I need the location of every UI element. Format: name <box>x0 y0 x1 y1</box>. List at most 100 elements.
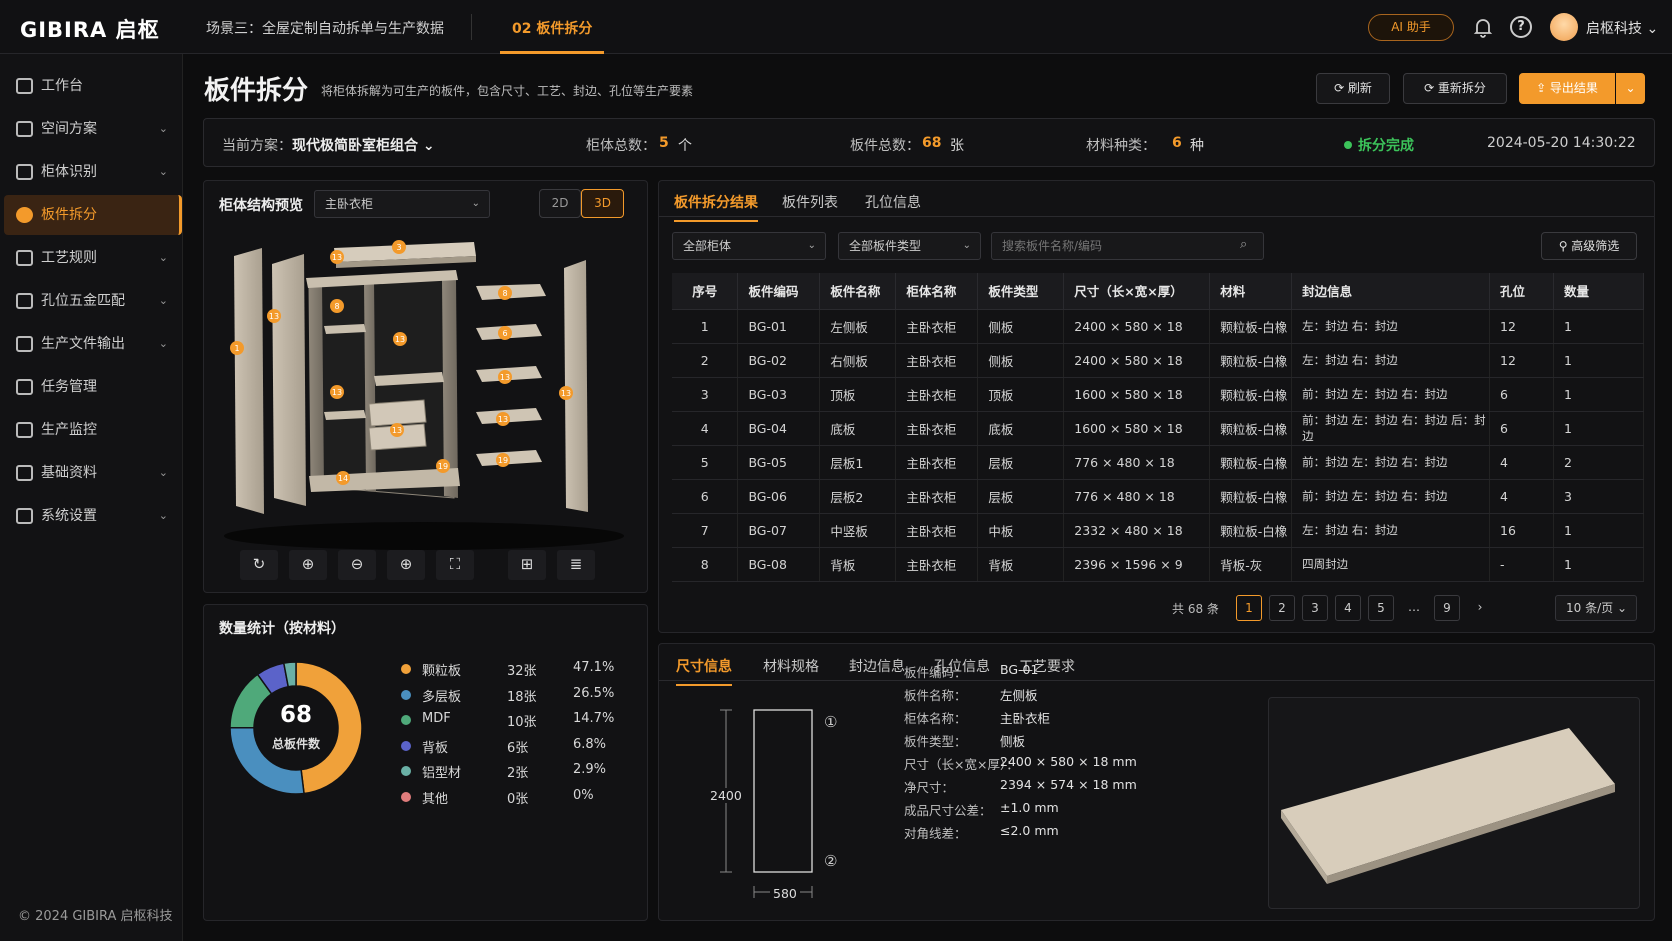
view-3d-button[interactable]: 3D <box>581 189 624 218</box>
table-row[interactable]: 8 BG-08 背板 主卧衣柜 背板 2396 × 1596 × 9 背板-灰 四周封边 -1 <box>672 547 1645 582</box>
sidebar-item-base-data[interactable]: 基础资料 ⌄ <box>4 453 182 493</box>
column-header: 柜体名称 <box>895 273 979 310</box>
page-description: 将柜体拆解为可生产的板件，包含尺寸、工艺、封边、孔位等生产要素 <box>321 84 694 98</box>
table-cell: 层板2 <box>819 479 897 514</box>
page-button[interactable]: 1 <box>1236 595 1262 621</box>
sidebar-item-hardware-match[interactable]: 孔位五金匹配 ⌄ <box>4 281 182 321</box>
table-row[interactable]: 2 BG-02 右侧板 主卧衣柜 侧板 2400 × 580 × 18 颗粒板-白橡 左：封边… <box>672 343 1645 378</box>
table-cell: 前：封边 左：封边 右：封边 <box>1291 445 1491 480</box>
board-3d-preview[interactable] <box>1268 697 1640 909</box>
legend-swatch <box>401 715 411 725</box>
board-type-filter[interactable]: 全部板件类型 ⌄ <box>838 232 981 260</box>
tab-edge-info[interactable]: 封边信息 <box>849 656 905 676</box>
plan-select[interactable]: 现代极简卧室柜组合 ⌄ <box>292 135 435 155</box>
board-unit: 张 <box>950 138 964 154</box>
table-row[interactable]: 7 BG-07 中竖板 主卧衣柜 中板 2332 × 480 × 18 颗粒板-白橡 左：封边… <box>672 513 1645 548</box>
avatar[interactable] <box>1550 13 1578 41</box>
bell-icon[interactable] <box>1472 16 1494 38</box>
rotate-icon[interactable]: ↻ <box>240 550 278 580</box>
grid-view-icon[interactable]: ⊞ <box>508 550 546 580</box>
export-dropdown-button[interactable]: ⌄ <box>1616 73 1645 104</box>
table-cell: 背板 <box>977 547 1065 582</box>
table-cell: 4 <box>672 411 739 446</box>
prev-page-button[interactable]: ‹ <box>1203 595 1229 621</box>
cabinet-filter[interactable]: 全部柜体 ⌄ <box>672 232 826 260</box>
table-cell: 主卧衣柜 <box>895 547 979 582</box>
tab-board-split[interactable]: 02 板件拆分 <box>500 0 605 54</box>
column-header: 封边信息 <box>1291 273 1491 310</box>
page-button[interactable]: 2 <box>1269 595 1295 621</box>
zoom-fit-icon[interactable]: ⊕ <box>387 550 425 580</box>
search-icon[interactable]: ⌕ <box>1240 237 1247 252</box>
advanced-filter-button[interactable]: ⚲ 高级筛选 <box>1541 232 1637 260</box>
export-button[interactable]: ⇪ 导出结果 <box>1519 73 1615 104</box>
edge-marker-2: ② <box>824 852 838 870</box>
ai-assistant-button[interactable]: AI 助手 <box>1368 14 1454 41</box>
board-search-input[interactable] <box>991 232 1264 260</box>
table-row[interactable]: 5 BG-05 层板1 主卧衣柜 层板 776 × 480 × 18 颗粒板-白橡 前：封边 … <box>672 445 1645 480</box>
legend-percent: 47.1% <box>573 660 615 675</box>
table-body: 1 BG-01 左侧板 主卧衣柜 侧板 2400 × 580 × 18 颗粒板-白橡 左：封边… <box>672 309 1645 582</box>
page-button[interactable]: … <box>1401 595 1427 621</box>
legend-swatch <box>401 791 411 802</box>
cabinet-select-value: 主卧衣柜 <box>325 197 374 211</box>
page-button[interactable]: 9 <box>1434 595 1460 621</box>
detail-field-value: ≤2.0 mm <box>1000 823 1059 838</box>
detail-field-label: 板件类型： <box>904 734 967 749</box>
board-dimension-drawing <box>720 709 813 898</box>
resplit-button[interactable]: ⟳ 重新拆分 <box>1403 73 1507 104</box>
table-cell: 16 <box>1489 513 1554 548</box>
tab-material-spec[interactable]: 材料规格 <box>763 656 819 676</box>
table-row[interactable]: 6 BG-06 层板2 主卧衣柜 层板 776 × 480 × 18 颗粒板-白橡 前：封边 … <box>672 479 1645 514</box>
fullscreen-icon[interactable]: ⛶ <box>436 550 474 580</box>
tab-hole-info[interactable]: 孔位信息 <box>865 192 921 212</box>
part-tag-label: 13 <box>500 373 510 382</box>
sidebar-item-board-split[interactable]: 板件拆分 <box>4 195 182 235</box>
cabinet-select[interactable]: 主卧衣柜 ⌄ <box>314 190 490 218</box>
list-view-icon[interactable]: ≣ <box>557 550 595 580</box>
table-cell: 侧板 <box>977 343 1065 378</box>
sidebar-item-file-output[interactable]: 生产文件输出 ⌄ <box>4 324 182 364</box>
chevron-down-icon: ⌄ <box>158 251 168 264</box>
detail-field-value: 主卧衣柜 <box>1000 711 1051 726</box>
help-icon[interactable]: ? <box>1510 16 1532 38</box>
table-row[interactable]: 1 BG-01 左侧板 主卧衣柜 侧板 2400 × 580 × 18 颗粒板-白橡 左：封边… <box>672 309 1645 344</box>
table-cell: 颗粒板-白橡 <box>1209 513 1293 548</box>
table-cell: 底板 <box>819 411 897 446</box>
tab-board-list[interactable]: 板件列表 <box>782 192 838 212</box>
sidebar-item-process-rules[interactable]: 工艺规则 ⌄ <box>4 238 182 278</box>
page-button[interactable]: 5 <box>1368 595 1394 621</box>
sidebar-item-cabinet-recognition[interactable]: 柜体识别 ⌄ <box>4 152 182 192</box>
sidebar-item-production-monitor[interactable]: 生产监控 <box>4 410 182 450</box>
page-button[interactable]: 3 <box>1302 595 1328 621</box>
legend-name: 背板 <box>422 740 449 756</box>
view-2d-button[interactable]: 2D <box>539 189 581 218</box>
table-cell: 颗粒板-白橡 <box>1209 479 1293 514</box>
company-menu[interactable]: 启枢科技 ⌄ <box>1586 18 1658 38</box>
cabinet-count: 5 <box>659 135 669 151</box>
tab-size-info[interactable]: 尺寸信息 <box>676 656 732 686</box>
sidebar-item-space-plan[interactable]: 空间方案 ⌄ <box>4 109 182 149</box>
table-cell: 侧板 <box>977 309 1065 344</box>
table-row[interactable]: 3 BG-03 顶板 主卧衣柜 顶板 1600 × 580 × 18 颗粒板-白橡 前：封边 … <box>672 377 1645 412</box>
page-button[interactable]: 4 <box>1335 595 1361 621</box>
tab-split-result[interactable]: 板件拆分结果 <box>674 192 758 222</box>
sidebar-item-task-management[interactable]: 任务管理 <box>4 367 182 407</box>
legend-count: 6张 <box>507 740 529 756</box>
detail-field-value: ±1.0 mm <box>1000 800 1059 815</box>
chevron-down-icon: ⌄ <box>962 240 971 251</box>
table-row[interactable]: 4 BG-04 底板 主卧衣柜 底板 1600 × 580 × 18 颗粒板-白橡 前：封边 … <box>672 411 1645 446</box>
table-cell: 前：封边 左：封边 右：封边 后：封边 <box>1291 411 1491 446</box>
sidebar-item-workbench[interactable]: 工作台 <box>4 66 182 106</box>
zoom-out-icon[interactable]: ⊖ <box>338 550 376 580</box>
page-size-select[interactable]: 10 条/页 ⌄ <box>1555 595 1637 621</box>
sidebar-item-system-settings[interactable]: 系统设置 ⌄ <box>4 496 182 536</box>
cabinet-3d-exploded-view[interactable]: 3 13 1 13 8 13 8 6 13 13 13 13 19 14 19 … <box>214 236 634 554</box>
refresh-button[interactable]: ⟳ 刷新 <box>1316 73 1390 104</box>
chevron-down-icon: ⌄ <box>158 466 168 479</box>
table-cell: 12 <box>1489 309 1554 344</box>
table-cell: 5 <box>672 445 739 480</box>
next-page-button[interactable]: › <box>1467 595 1493 621</box>
legend-percent: 0% <box>573 787 594 803</box>
zoom-in-icon[interactable]: ⊕ <box>289 550 327 580</box>
